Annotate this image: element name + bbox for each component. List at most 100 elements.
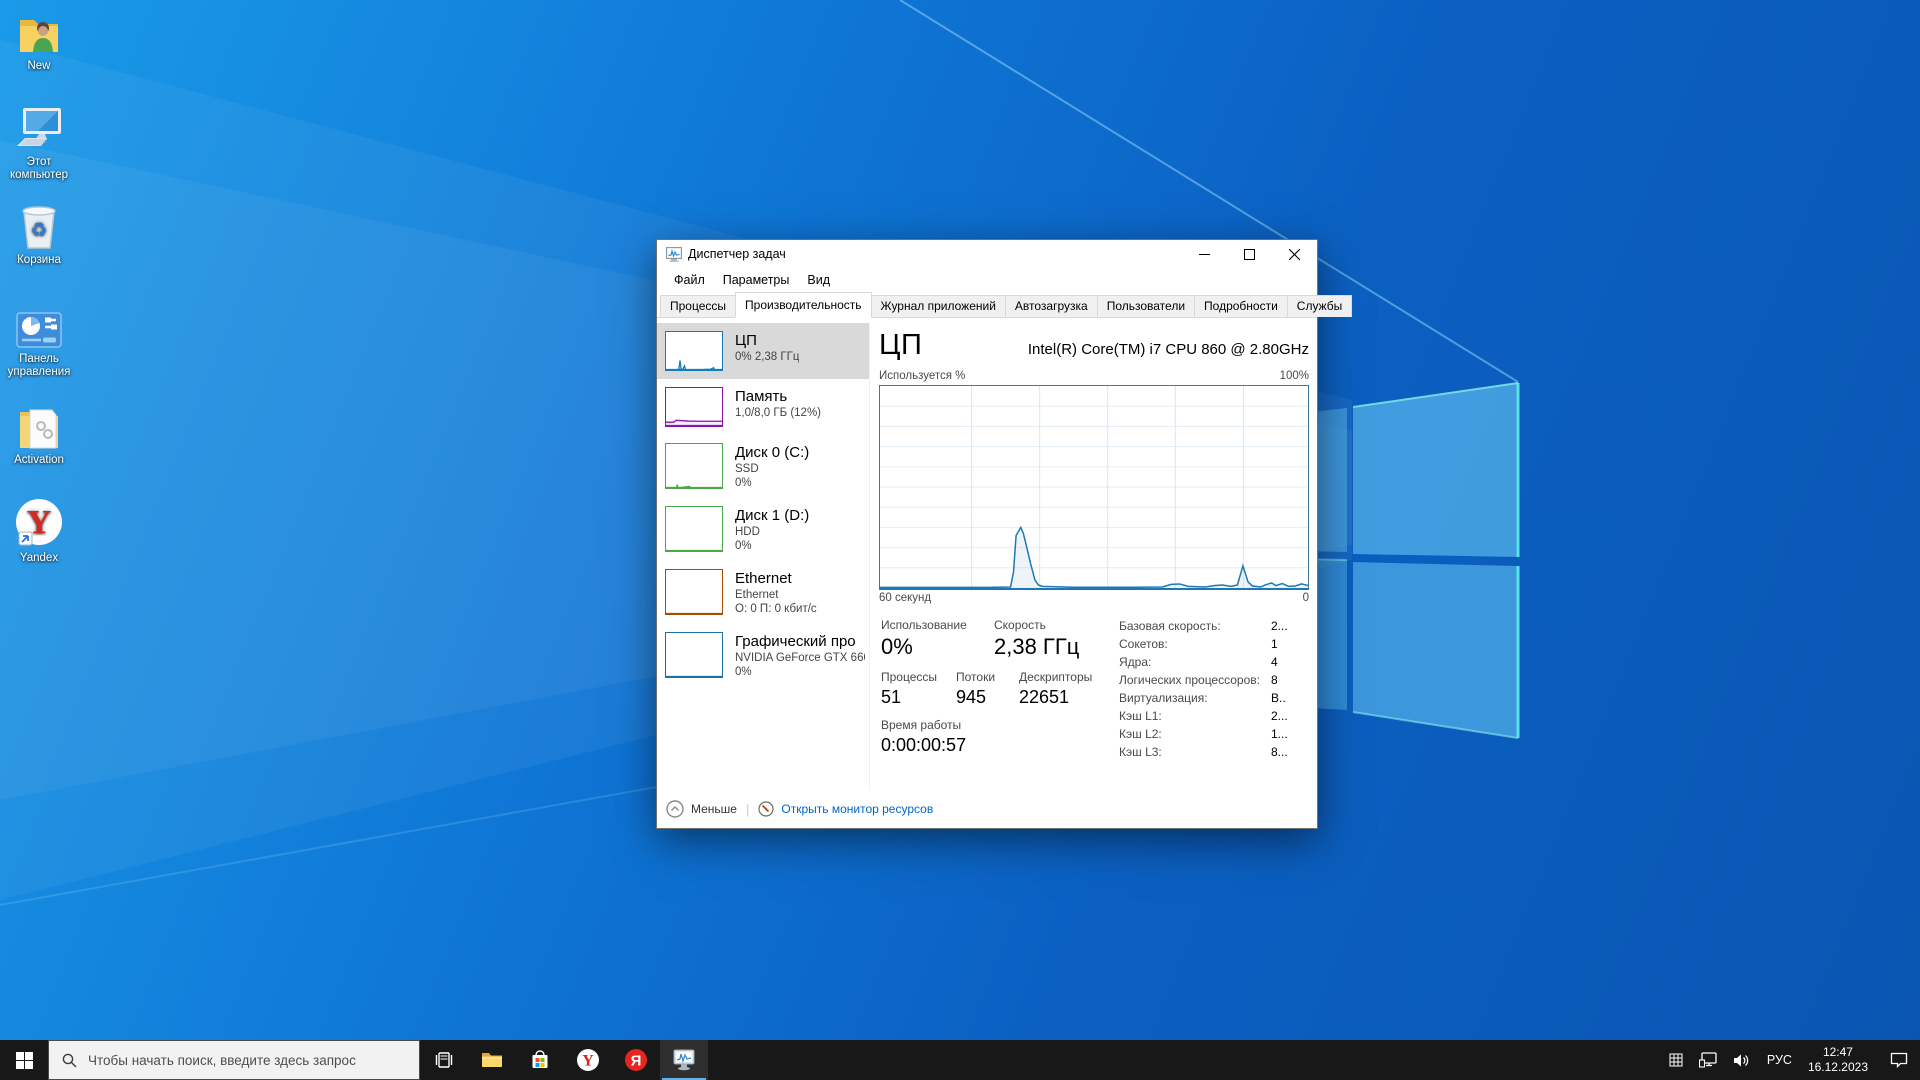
clock-time: 12:47 <box>1822 1045 1853 1059</box>
language-indicator[interactable]: РУС <box>1767 1053 1792 1067</box>
menu-options[interactable]: Параметры <box>714 273 799 287</box>
detail-row-3: Логических процессоров: 8 <box>1119 673 1304 691</box>
threads-value: 945 <box>956 687 987 707</box>
sidebar-item-title: Графический про <box>735 633 856 650</box>
minimize-icon <box>1199 253 1210 255</box>
sidebar-item-memory[interactable]: Память 1,0/8,0 ГБ (12%) <box>657 379 869 435</box>
sidebar-item-title: ЦП <box>735 332 757 349</box>
taskbar-button-task-view[interactable] <box>420 1040 468 1080</box>
action-center-icon <box>1890 1052 1908 1068</box>
processes-label: Процессы <box>881 670 938 684</box>
desktop-icon-activation[interactable]: Activation <box>0 406 78 467</box>
maximize-icon <box>1244 248 1255 260</box>
yandex-browser-icon: Y <box>577 1049 599 1071</box>
detail-row-0: Базовая скорость: 2... <box>1119 619 1304 637</box>
window-title: Диспетчер задач <box>688 247 786 261</box>
tab-1[interactable]: Производительность <box>735 292 872 318</box>
sidebar-item-subtitle: О: 0 П: 0 кбит/с <box>735 603 817 615</box>
tab-0[interactable]: Процессы <box>660 295 737 317</box>
memory-mini-graph <box>665 387 723 427</box>
desktop-icon-label: Этот компьютер <box>10 156 68 181</box>
taskbar-button-yandex-search[interactable]: Я <box>612 1040 660 1080</box>
detail-value: 4 <box>1271 655 1278 669</box>
sidebar-item-disk0[interactable]: Диск 0 (C:) SSD 0% <box>657 435 869 498</box>
detail-value: 8 <box>1271 673 1278 687</box>
taskbar-button-yandex-browser[interactable]: Y <box>564 1040 612 1080</box>
detail-value: 2... <box>1271 619 1288 633</box>
cpu-usage-graph[interactable] <box>879 385 1309 590</box>
title-bar[interactable]: Диспетчер задач <box>657 240 1317 268</box>
tab-6[interactable]: Службы <box>1286 295 1353 317</box>
performance-panel: ЦП 0% 2,38 ГГц Память 1,0/8,0 ГБ (12%) Д… <box>657 318 1317 790</box>
usage-label: Использование <box>881 618 967 632</box>
sidebar-item-subtitle: 0% <box>735 477 752 489</box>
desktop-icon-label: Activation <box>14 454 64 466</box>
action-center-button[interactable] <box>1890 1052 1908 1068</box>
threads-label: Потоки <box>956 670 996 684</box>
sidebar-item-subtitle: NVIDIA GeForce GTX 660 <box>735 652 865 664</box>
clock[interactable]: 12:47 16.12.2023 <box>1808 1045 1868 1075</box>
detail-value: 1 <box>1271 637 1278 651</box>
desktop-icon-control-panel[interactable]: Панель управления <box>0 311 78 379</box>
detail-row-6: Кэш L2: 1... <box>1119 727 1304 745</box>
sidebar-item-subtitle: SSD <box>735 463 759 475</box>
taskbar-button-task-manager[interactable] <box>660 1040 708 1080</box>
desktop-icon-recycle-bin[interactable]: ♻ Корзина <box>0 202 78 267</box>
search-input[interactable]: Чтобы начать поиск, введите здесь запрос <box>48 1040 420 1080</box>
uptime-value: 0:00:00:57 <box>881 735 967 755</box>
taskbar-button-file-explorer[interactable] <box>468 1040 516 1080</box>
detail-label: Виртуализация: <box>1119 691 1208 705</box>
start-button[interactable] <box>0 1040 48 1080</box>
performance-sidebar: ЦП 0% 2,38 ГГц Память 1,0/8,0 ГБ (12%) Д… <box>657 323 870 790</box>
speed-label: Скорость <box>994 618 1046 632</box>
minimize-button[interactable] <box>1182 240 1227 268</box>
detail-row-4: Виртуализация: В.. <box>1119 691 1304 709</box>
tab-4[interactable]: Пользователи <box>1096 295 1196 317</box>
ethernet-mini-graph <box>665 569 723 615</box>
graph-y-max: 100% <box>1279 370 1309 382</box>
desktop-icon-new[interactable]: New <box>0 14 78 73</box>
detail-label: Сокетов: <box>1119 637 1168 651</box>
desktop-icon-label: New <box>27 60 51 72</box>
footer-divider: | <box>745 801 750 817</box>
control-panel-icon <box>16 312 62 348</box>
uptime-label: Время работы <box>881 718 962 732</box>
menu-file[interactable]: Файл <box>665 273 714 287</box>
gpu-mini-graph <box>665 632 723 678</box>
tab-5[interactable]: Подробности <box>1194 295 1288 317</box>
tab-2[interactable]: Журнал приложений <box>870 295 1006 317</box>
maximize-button[interactable] <box>1227 240 1272 268</box>
tab-3[interactable]: Автозагрузка <box>1004 295 1098 317</box>
resource-monitor-link[interactable]: Открыть монитор ресурсов <box>758 801 933 817</box>
sidebar-item-ethernet[interactable]: Ethernet Ethernet О: 0 П: 0 кбит/с <box>657 561 869 624</box>
windows-start-icon <box>15 1051 33 1069</box>
sidebar-item-subtitle: 0% <box>735 666 752 678</box>
menu-view[interactable]: Вид <box>798 273 839 287</box>
taskbar-button-microsoft-store[interactable] <box>516 1040 564 1080</box>
desktop-icon-this-pc[interactable]: Этот компьютер <box>0 106 78 182</box>
network-tray-icon[interactable] <box>1698 1052 1717 1068</box>
sidebar-item-subtitle: 0% <box>735 540 752 552</box>
search-placeholder: Чтобы начать поиск, введите здесь запрос <box>88 1052 356 1068</box>
activation-folder-icon <box>20 409 58 449</box>
new-folder-icon <box>20 20 58 52</box>
hidden-icons-button[interactable] <box>1669 1053 1683 1067</box>
sidebar-item-cpu[interactable]: ЦП 0% 2,38 ГГц <box>657 323 869 379</box>
detail-value: 2... <box>1271 709 1288 723</box>
detail-row-2: Ядра: 4 <box>1119 655 1304 673</box>
task-manager-taskbar-icon <box>673 1049 695 1071</box>
hidden-icons-grid-icon <box>1669 1053 1683 1067</box>
sidebar-item-gpu[interactable]: Графический про NVIDIA GeForce GTX 660 0… <box>657 624 869 687</box>
ethernet-network-icon <box>1698 1052 1717 1068</box>
yandex-search-icon: Я <box>625 1049 647 1071</box>
resource-monitor-label: Открыть монитор ресурсов <box>781 802 934 816</box>
sidebar-item-subtitle: 1,0/8,0 ГБ (12%) <box>735 407 822 419</box>
close-button[interactable] <box>1272 240 1317 268</box>
desktop-icon-yandex[interactable]: Y Yandex <box>0 496 78 565</box>
volume-tray-icon[interactable] <box>1733 1053 1751 1068</box>
sidebar-item-disk1[interactable]: Диск 1 (D:) HDD 0% <box>657 498 869 561</box>
detail-value: 8... <box>1271 745 1288 759</box>
speaker-icon <box>1733 1054 1749 1066</box>
svg-text:♻: ♻ <box>30 219 47 241</box>
collapse-button[interactable]: Меньше <box>666 800 737 818</box>
